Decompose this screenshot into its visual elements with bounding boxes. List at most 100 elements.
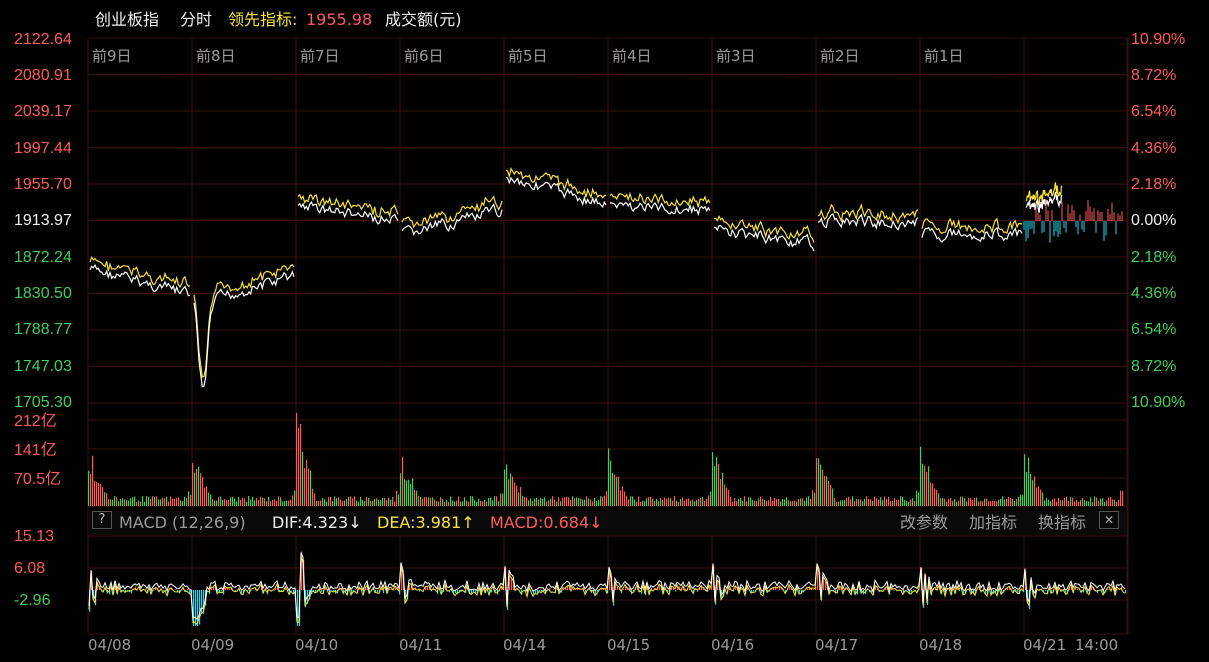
volume-bar — [596, 501, 598, 506]
volume-bar — [1090, 497, 1092, 506]
volume-bar — [178, 497, 180, 506]
volume-bar — [910, 499, 912, 506]
add-indicator-button[interactable]: 加指标 — [969, 511, 1017, 535]
volume-bar — [436, 501, 438, 506]
volume-bar — [788, 500, 790, 506]
volume-bar — [610, 460, 612, 506]
volume-bar — [452, 500, 454, 506]
day-label: 前6日 — [404, 47, 444, 65]
volume-bar — [428, 497, 430, 506]
volume-bar — [232, 496, 234, 506]
volume-bar — [830, 485, 832, 506]
volume-bar — [732, 501, 734, 506]
volume-bar — [822, 469, 824, 506]
volume-bar — [726, 487, 728, 506]
volume-bar — [842, 500, 844, 506]
volume-bar — [284, 501, 286, 506]
volume-bar — [640, 501, 642, 506]
volume-bar — [666, 498, 668, 506]
price-tick: 2039.17 — [14, 103, 72, 120]
volume-bar — [922, 463, 924, 506]
volume-bar — [694, 501, 696, 506]
volume-bar — [570, 499, 572, 506]
volume-bar — [872, 500, 874, 506]
volume-bar — [252, 496, 254, 506]
macd-bar — [1077, 588, 1079, 590]
day-label: 前2日 — [820, 47, 860, 65]
volume-bar — [410, 483, 412, 506]
volume-bar — [564, 497, 566, 506]
volume-bar — [1002, 496, 1004, 506]
volume-bar — [786, 497, 788, 506]
volume-bar — [376, 498, 378, 506]
volume-bar — [124, 499, 126, 506]
chart-mode-label[interactable]: 分时 — [180, 0, 212, 40]
volume-bar — [1092, 501, 1094, 506]
volume-bar — [562, 497, 564, 506]
switch-indicator-button[interactable]: 换指标 — [1038, 511, 1086, 535]
volume-bar — [118, 501, 120, 506]
volume-bar — [154, 497, 156, 506]
volume-bar — [882, 500, 884, 506]
day-label: 前7日 — [300, 47, 340, 65]
close-icon[interactable]: ✕ — [1099, 511, 1119, 529]
volume-bar — [728, 490, 730, 506]
volume-bar — [374, 498, 376, 506]
volume-bar — [566, 496, 568, 506]
volume-bar — [530, 498, 532, 506]
volume-bar — [520, 487, 522, 506]
volume-bar — [848, 496, 850, 506]
volume-bar — [120, 499, 122, 506]
macd-bar — [187, 588, 189, 590]
macd-value: MACD:0.684↓ — [490, 513, 603, 532]
macd-bar — [163, 590, 165, 591]
volume-bar — [350, 496, 352, 506]
volume-label: 成交额(元) — [385, 10, 462, 29]
volume-bar — [1006, 498, 1008, 506]
macd-tick: -2.96 — [14, 592, 51, 609]
volume-bar — [938, 493, 940, 506]
volume-bar — [864, 498, 866, 506]
volume-bar — [390, 499, 392, 506]
volume-bar — [206, 486, 208, 506]
volume-bar — [802, 498, 804, 506]
price-tick: 1788.77 — [14, 321, 72, 338]
volume-bar — [1014, 501, 1016, 506]
macd-bar — [495, 590, 497, 592]
dif-value: DIF:4.323↓ — [272, 513, 362, 532]
volume-bar — [450, 496, 452, 506]
volume-bar — [908, 501, 910, 506]
volume-bar — [952, 501, 954, 506]
volume-bar — [1094, 496, 1096, 506]
volume-bar — [660, 498, 662, 506]
volume-bar — [400, 473, 402, 506]
volume-bar — [656, 498, 658, 506]
volume-bar — [1096, 497, 1098, 506]
index-name[interactable]: 创业板指 — [95, 0, 159, 40]
volume-bar — [770, 496, 772, 506]
volume-bar — [818, 458, 820, 506]
volume-bar — [780, 501, 782, 506]
volume-bar — [466, 500, 468, 506]
macd-bar — [799, 590, 801, 594]
volume-bar — [622, 486, 624, 506]
help-button[interactable]: ? — [92, 511, 112, 529]
leader-indicator-value: 1955.98 — [306, 10, 373, 29]
volume-bar — [1060, 500, 1062, 506]
volume-bar — [548, 500, 550, 506]
volume-bar — [700, 498, 702, 506]
volume-bar — [916, 490, 918, 506]
volume-bar — [932, 483, 934, 506]
macd-bar — [511, 578, 513, 590]
macd-bar — [211, 587, 213, 590]
volume-bar — [930, 482, 932, 506]
macd-title[interactable]: MACD (12,26,9) — [119, 511, 246, 535]
volume-bar — [346, 498, 348, 506]
volume-bar — [852, 496, 854, 506]
volume-bar — [628, 499, 630, 506]
volume-bar — [280, 497, 282, 506]
change-params-button[interactable]: 改参数 — [900, 511, 948, 535]
volume-bar — [972, 499, 974, 506]
volume-bar — [438, 501, 440, 506]
volume-bar — [182, 501, 184, 506]
